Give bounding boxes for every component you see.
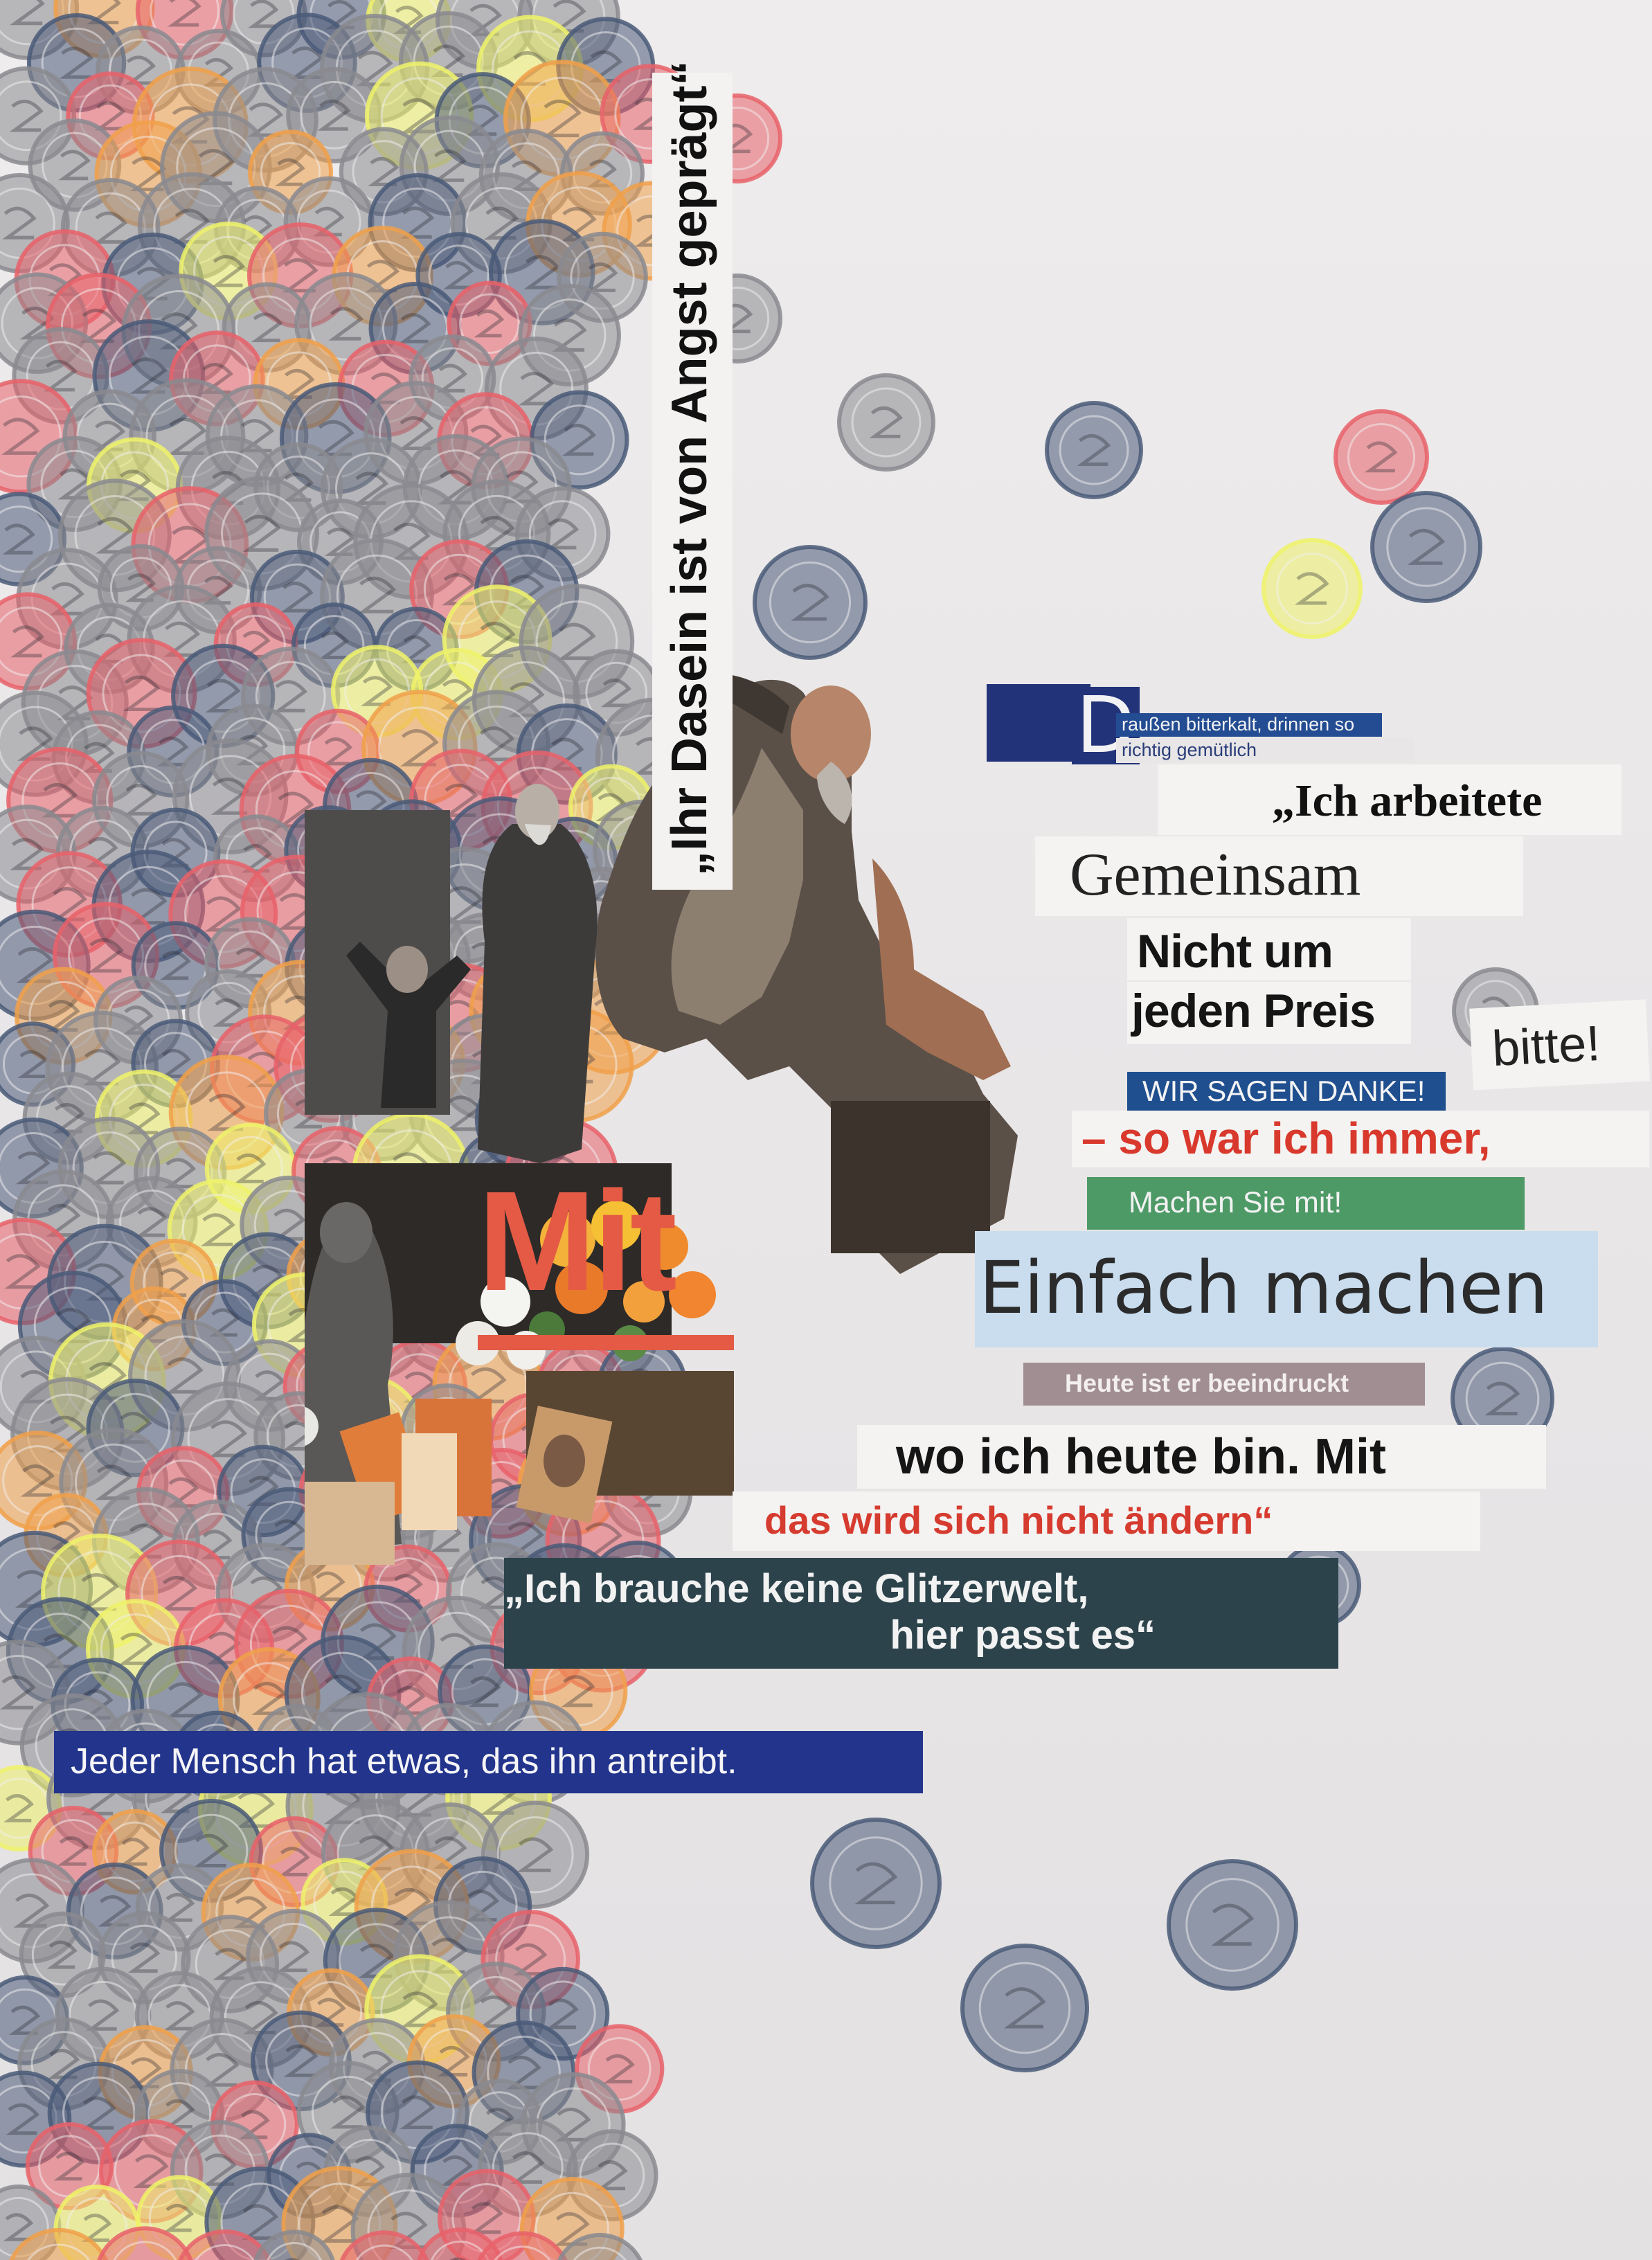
coin-rubbing bbox=[753, 545, 868, 660]
bitte-strip: bitte! bbox=[1469, 999, 1650, 1091]
einfach-machen-strip: Einfach machen bbox=[975, 1231, 1598, 1347]
collage: „Ihr Dasein ist von Angst geprägt“ D rau… bbox=[0, 0, 1652, 2260]
so-war-ich-strip: – so war ich immer, bbox=[1072, 1111, 1649, 1167]
wir-sagen-danke-strip: WIR SAGEN DANKE! bbox=[1127, 1072, 1446, 1111]
glitzerwelt-strip: „Ich brauche keine Glitzerwelt, hier pas… bbox=[504, 1558, 1338, 1669]
wo-ich-heute-strip: wo ich heute bin. Mit bbox=[857, 1425, 1546, 1489]
coin-rubbing bbox=[1370, 491, 1482, 603]
mit-big-text: Mit bbox=[478, 1162, 677, 1320]
quote-ich-arbeitete: „Ich arbeitete bbox=[1158, 764, 1622, 835]
glitzerwelt-line-2: hier passt es“ bbox=[890, 1612, 1156, 1658]
coin-rubbing bbox=[1262, 538, 1363, 639]
vertical-quote-strip: „Ihr Dasein ist von Angst geprägt“ bbox=[652, 61, 733, 890]
glitzerwelt-line-1: „Ich brauche keine Glitzerwelt, bbox=[504, 1566, 1089, 1611]
coin-rubbing bbox=[1045, 401, 1143, 499]
coin-rubbing bbox=[810, 1818, 942, 1949]
coin-rubbing bbox=[960, 1944, 1089, 2072]
mit-underline bbox=[478, 1335, 734, 1350]
coin-rubbing bbox=[837, 373, 935, 472]
gemeinsam-strip: Gemeinsam bbox=[1035, 836, 1523, 916]
nicht-um-strip: Nicht um bbox=[1127, 918, 1411, 980]
coin-rubbing bbox=[1167, 1859, 1298, 1991]
drop-cap-line-1: raußen bitterkalt, drinnen so bbox=[1116, 713, 1382, 737]
jeden-preis-strip: jeden Preis bbox=[1127, 982, 1411, 1044]
jeder-mensch-strip: Jeder Mensch hat etwas, das ihn antreibt… bbox=[54, 1731, 923, 1793]
vertical-quote-text: „Ihr Dasein ist von Angst geprägt“ bbox=[662, 60, 717, 877]
machen-sie-mit-strip: Machen Sie mit! bbox=[1087, 1177, 1525, 1230]
das-wird-sich-strip: das wird sich nicht ändern“ bbox=[733, 1491, 1480, 1551]
heute-ist-er-strip: Heute ist er beeindruckt bbox=[1023, 1363, 1425, 1406]
drop-cap-line-2: richtig gemütlich bbox=[1116, 738, 1414, 763]
coin-rubbing bbox=[1334, 409, 1429, 505]
